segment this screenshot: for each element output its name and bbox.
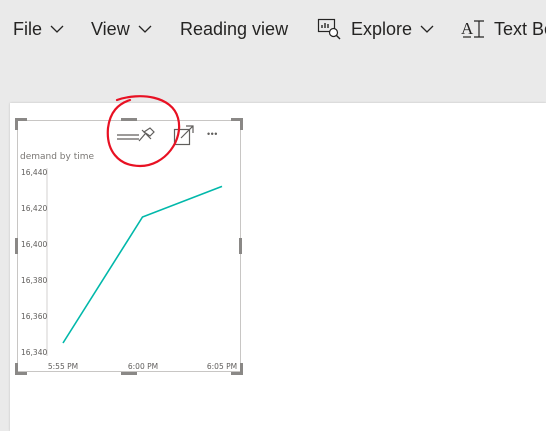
- focus-mode-button[interactable]: [173, 125, 197, 147]
- text-box-button[interactable]: A Text Bo: [460, 17, 546, 41]
- svg-text:A: A: [461, 19, 474, 38]
- resize-handle-left[interactable]: [15, 238, 18, 254]
- resize-handle-top[interactable]: [121, 118, 137, 121]
- chart-title: demand by time: [20, 152, 95, 162]
- resize-handle-bottom[interactable]: [121, 372, 137, 375]
- focus-mode-icon: [173, 125, 195, 152]
- more-options-button[interactable]: • • •: [207, 129, 233, 141]
- reading-view-label: Reading view: [180, 18, 289, 39]
- chevron-down-icon: [420, 22, 434, 36]
- resize-handle-top-right[interactable]: [231, 118, 243, 130]
- reading-view-button[interactable]: Reading view: [180, 17, 288, 41]
- pin-visual-button[interactable]: [117, 125, 155, 147]
- resize-handle-bottom-left[interactable]: [15, 363, 27, 375]
- file-menu-label: File: [13, 18, 43, 39]
- chevron-down-icon: [50, 22, 64, 36]
- resize-handle-bottom-right[interactable]: [231, 363, 243, 375]
- view-menu-label: View: [91, 18, 130, 39]
- explore-menu[interactable]: Explore: [317, 17, 434, 41]
- pin-icon: [117, 125, 157, 152]
- text-box-icon: A: [460, 17, 486, 41]
- resize-handle-top-left[interactable]: [15, 118, 27, 130]
- explore-menu-label: Explore: [351, 18, 413, 39]
- chevron-down-icon: [138, 22, 152, 36]
- explore-icon: [317, 17, 343, 41]
- file-menu[interactable]: File: [13, 17, 64, 41]
- view-menu[interactable]: View: [91, 17, 152, 41]
- menu-bar: File View Reading view Explore A Text B: [0, 0, 546, 58]
- resize-handle-right[interactable]: [239, 238, 242, 254]
- more-options-icon: • • •: [207, 129, 218, 139]
- visual-header: • • •: [18, 121, 240, 149]
- text-box-label: Text Bo: [494, 18, 546, 39]
